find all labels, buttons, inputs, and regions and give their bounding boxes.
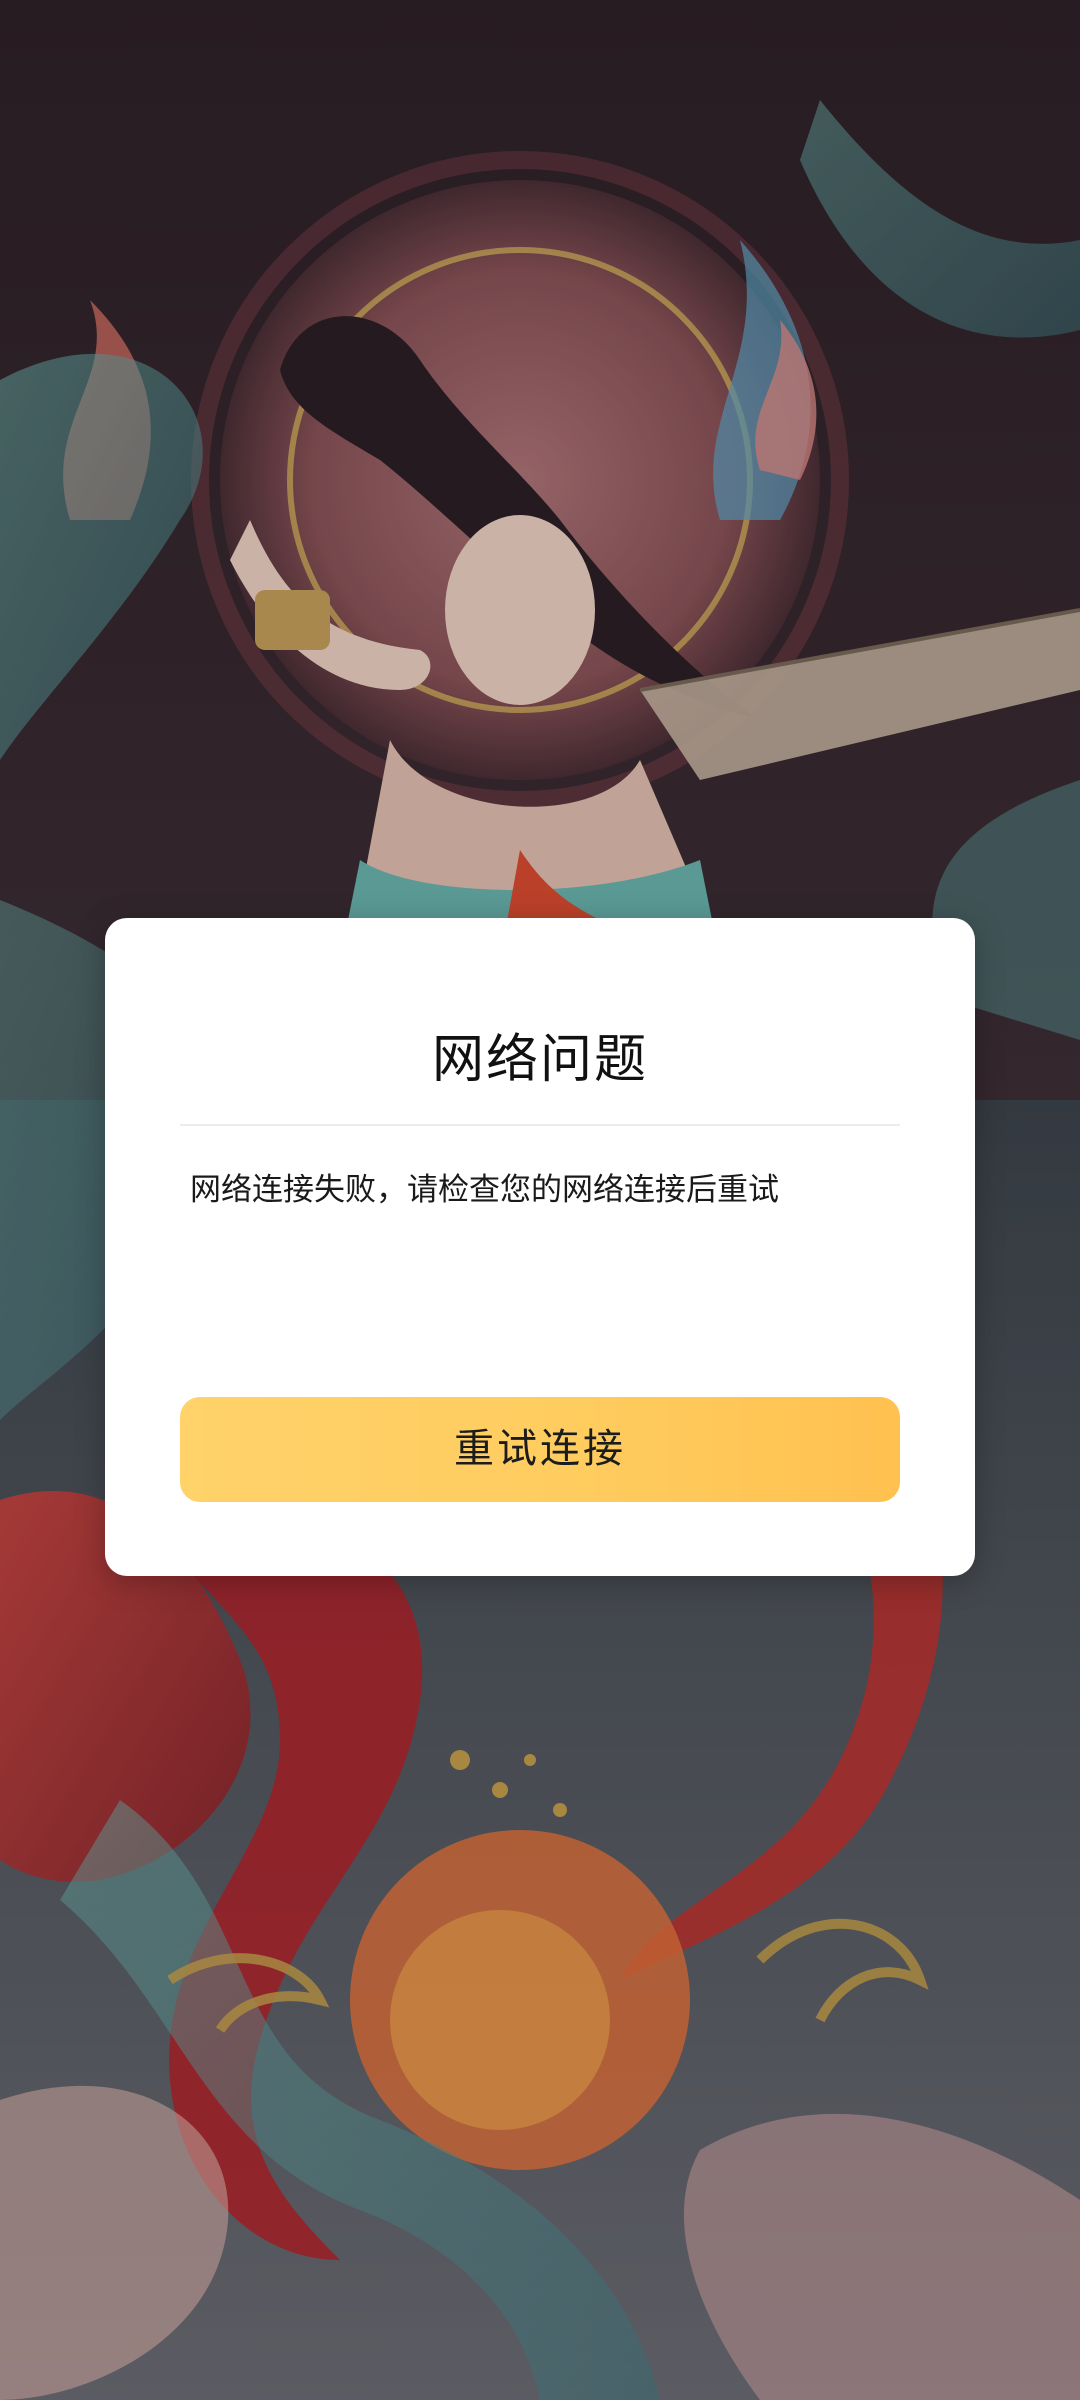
dialog-divider (180, 1124, 900, 1126)
app-screen: 网络问题 网络连接失败，请检查您的网络连接后重试 重试连接 (0, 0, 1080, 2400)
network-error-dialog: 网络问题 网络连接失败，请检查您的网络连接后重试 重试连接 (105, 918, 975, 1576)
dialog-title: 网络问题 (431, 1030, 648, 1090)
retry-connection-button[interactable]: 重试连接 (180, 1397, 900, 1502)
dialog-message: 网络连接失败，请检查您的网络连接后重试 (190, 1172, 779, 1208)
